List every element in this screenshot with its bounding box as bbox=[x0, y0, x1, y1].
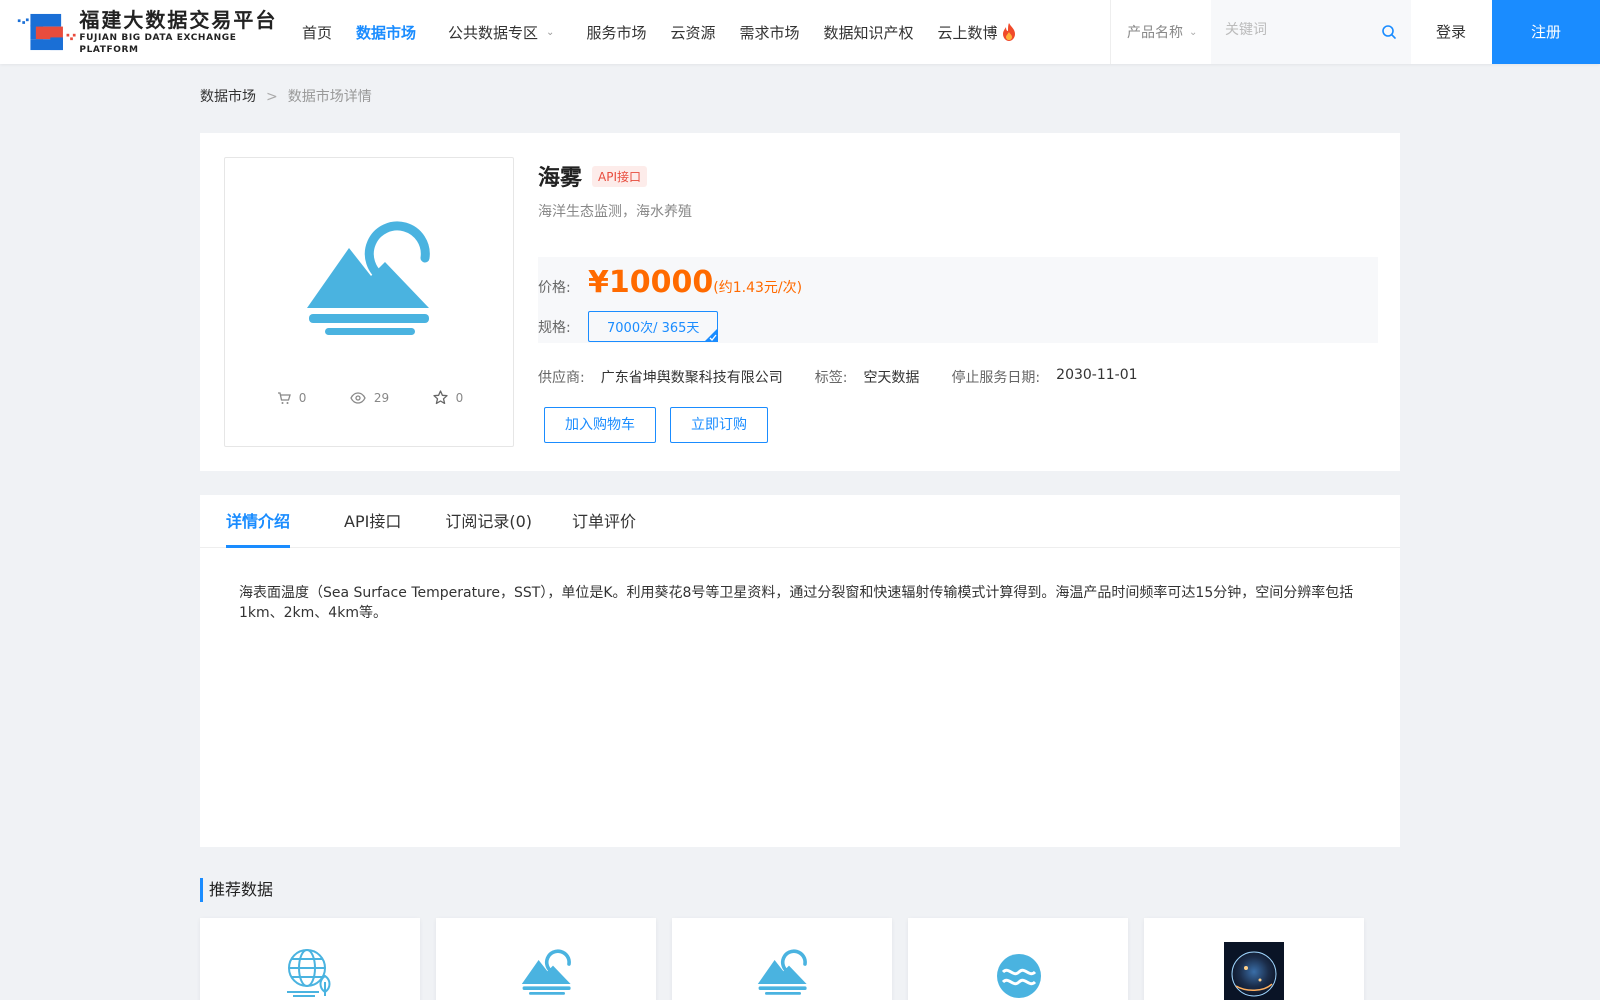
cart-count: 0 bbox=[298, 390, 307, 405]
product-price: ¥10000 bbox=[588, 265, 714, 300]
tab-order-reviews[interactable]: 订单评价 bbox=[572, 495, 636, 548]
main-nav: 首页 数据市场 公共数据专区 ⌄ 服务市场 云资源 需求市场 数据知识产权 云上数… bbox=[302, 0, 1041, 64]
flame-icon bbox=[1002, 23, 1015, 41]
spec-option-selected[interactable]: 7000次/ 365天 bbox=[588, 311, 719, 342]
breadcrumb-current: 数据市场详情 bbox=[287, 89, 372, 105]
search-input[interactable] bbox=[1225, 22, 1375, 38]
recommended-card[interactable] bbox=[436, 918, 656, 1000]
water-wave-icon bbox=[997, 954, 1041, 998]
nav-label: 云上数博 bbox=[937, 23, 998, 42]
nav-data-market[interactable]: 数据市场 bbox=[356, 22, 416, 43]
tag-value: 空天数据 bbox=[863, 370, 920, 386]
nav-public-data[interactable]: 公共数据专区 ⌄ bbox=[448, 22, 554, 43]
title-row: 海雾 API接口 bbox=[538, 157, 1378, 195]
detail-tabs: 详情介绍 API接口 订阅记录(0) 订单评价 bbox=[200, 495, 1400, 548]
nav-label: 数据知识产权 bbox=[823, 23, 914, 42]
product-actions: 加入购物车 立即订购 bbox=[544, 407, 782, 443]
recommended-title: 推荐数据 bbox=[200, 878, 273, 902]
stat-favorites[interactable]: 0 bbox=[432, 390, 464, 405]
product-meta: 供应商: 广东省坤舆数聚科技有限公司 标签: 空天数据 停止服务日期: 2030… bbox=[538, 367, 1170, 387]
price-per-call: (约1.43元/次) bbox=[713, 280, 803, 296]
detail-tabs-card: 详情介绍 API接口 订阅记录(0) 订单评价 海表面温度（Sea Surfac… bbox=[200, 495, 1400, 847]
logo-text: 福建大数据交易平台 FUJIAN BIG DATA EXCHANGE PLATF… bbox=[79, 8, 278, 56]
site-logo[interactable]: 福建大数据交易平台 FUJIAN BIG DATA EXCHANGE PLATF… bbox=[16, 8, 278, 56]
logo-mark-icon bbox=[17, 13, 76, 51]
spec-label: 规格: bbox=[538, 319, 571, 336]
search-box bbox=[1211, 0, 1411, 64]
nav-label: 云资源 bbox=[670, 23, 716, 42]
nav-cloud-expo[interactable]: 云上数博 bbox=[938, 22, 1017, 43]
subscribe-now-button[interactable]: 立即订购 bbox=[670, 407, 768, 443]
price-row: 价格: ¥10000 (约1.43元/次) bbox=[538, 265, 802, 300]
recommended-card[interactable] bbox=[672, 918, 892, 1000]
stat-cart: 0 bbox=[277, 390, 307, 405]
spec-value: 7000次/ 365天 bbox=[607, 321, 700, 336]
product-info: 海雾 API接口 海洋生态监测，海水养殖 价格: ¥10000 (约1.43元/… bbox=[538, 157, 1378, 443]
recommended-card[interactable] bbox=[200, 918, 420, 1000]
search-type-select[interactable]: 产品名称 ⌄ bbox=[1127, 22, 1197, 42]
sea-fog-icon bbox=[521, 949, 571, 995]
nav-label: 服务市场 bbox=[586, 23, 647, 42]
nav-home[interactable]: 首页 bbox=[302, 22, 332, 43]
product-stats: 0 29 0 bbox=[225, 390, 515, 405]
view-count: 29 bbox=[373, 390, 390, 405]
login-button[interactable]: 登录 bbox=[1410, 0, 1492, 64]
product-description: 海表面温度（Sea Surface Temperature，SST），单位是K。… bbox=[239, 585, 1354, 621]
register-button[interactable]: 注册 bbox=[1492, 0, 1600, 64]
supplier-value: 广东省坤舆数聚科技有限公司 bbox=[600, 370, 783, 386]
stat-views: 29 bbox=[350, 390, 389, 405]
cart-icon bbox=[277, 391, 291, 404]
logo-subtitle: FUJIAN BIG DATA EXCHANGE PLATFORM bbox=[79, 33, 237, 55]
recommended-card[interactable] bbox=[908, 918, 1128, 1000]
star-icon bbox=[432, 390, 448, 405]
price-box: 价格: ¥10000 (约1.43元/次) 规格: 7000次/ 365天 bbox=[538, 257, 1378, 343]
nav-cloud-resource[interactable]: 云资源 bbox=[670, 22, 715, 43]
chevron-down-icon: ⌄ bbox=[546, 26, 555, 38]
nav-data-ip[interactable]: 数据知识产权 bbox=[823, 22, 913, 43]
spec-row: 规格: 7000次/ 365天 bbox=[538, 311, 719, 342]
search-bar: 产品名称 ⌄ bbox=[1110, 0, 1411, 64]
product-type-badge: API接口 bbox=[592, 165, 648, 187]
search-icon[interactable] bbox=[1381, 24, 1397, 40]
breadcrumb: 数据市场 > 数据市场详情 bbox=[200, 86, 372, 106]
eye-icon bbox=[350, 391, 366, 404]
nav-label: 数据市场 bbox=[356, 23, 417, 42]
product-detail-card: 0 29 0 海雾 API接口 海洋生态监测，海水养殖 价格: ¥10000 (… bbox=[200, 133, 1400, 471]
favorite-count: 0 bbox=[455, 390, 464, 405]
top-header: 福建大数据交易平台 FUJIAN BIG DATA EXCHANGE PLATF… bbox=[0, 0, 1600, 64]
recommended-list bbox=[200, 918, 1380, 1000]
nav-label: 需求市场 bbox=[739, 23, 800, 42]
price-label: 价格: bbox=[538, 280, 571, 296]
sea-fog-icon bbox=[757, 949, 807, 995]
chevron-down-icon: ⌄ bbox=[1189, 26, 1198, 38]
nav-label: 公共数据专区 bbox=[448, 23, 539, 42]
breadcrumb-parent[interactable]: 数据市场 bbox=[200, 89, 256, 105]
add-to-cart-button[interactable]: 加入购物车 bbox=[544, 407, 656, 443]
tag-label: 标签: bbox=[814, 370, 848, 386]
earth-satellite-photo bbox=[1224, 942, 1284, 1000]
search-type-label: 产品名称 bbox=[1127, 25, 1183, 41]
nav-label: 首页 bbox=[302, 23, 333, 42]
sea-fog-icon bbox=[307, 221, 430, 335]
product-thumbnail: 0 29 0 bbox=[224, 157, 514, 447]
product-title: 海雾 bbox=[538, 166, 583, 191]
check-corner-icon bbox=[704, 328, 719, 342]
globe-leaf-icon bbox=[287, 949, 331, 997]
supplier-label: 供应商: bbox=[538, 370, 585, 386]
tab-subscription-records[interactable]: 订阅记录(0) bbox=[445, 495, 532, 548]
breadcrumb-separator: > bbox=[266, 89, 278, 105]
product-subtitle: 海洋生态监测，海水养殖 bbox=[538, 204, 692, 220]
nav-demand-market[interactable]: 需求市场 bbox=[739, 22, 799, 43]
end-date-label: 停止服务日期: bbox=[951, 370, 1041, 386]
tab-api[interactable]: API接口 bbox=[344, 495, 401, 548]
recommended-card[interactable] bbox=[1144, 918, 1364, 1000]
nav-service-market[interactable]: 服务市场 bbox=[586, 22, 646, 43]
tab-details[interactable]: 详情介绍 bbox=[226, 495, 291, 548]
logo-title: 福建大数据交易平台 bbox=[79, 8, 278, 32]
end-date-value: 2030-11-01 bbox=[1056, 367, 1138, 383]
